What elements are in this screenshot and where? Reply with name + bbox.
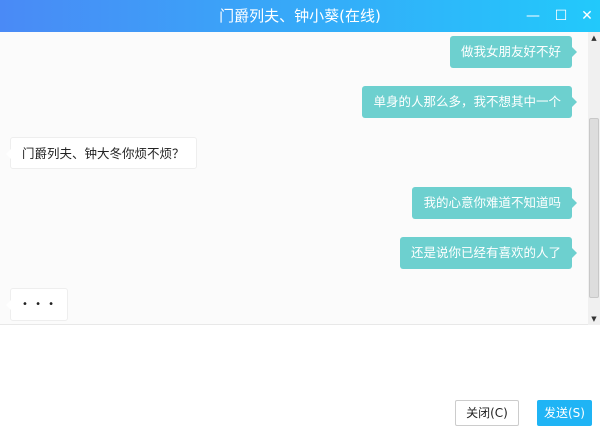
message-sent: 我的心意你难道不知道吗 (412, 187, 577, 219)
message-sent: 单身的人那么多，我不想其中一个 (362, 86, 577, 118)
message-sent: 还是说你已经有喜欢的人了 (399, 237, 578, 269)
close-button[interactable]: 关闭(C) (455, 400, 519, 426)
message-received: 门爵列夫、钟大冬你烦不烦？ (6, 137, 197, 169)
scrollbar[interactable]: ▲ ▼ (588, 32, 600, 325)
maximize-icon[interactable]: ☐ (550, 0, 572, 32)
window-title: 门爵列夫、钟小葵(在线) (219, 7, 381, 25)
message-input[interactable] (0, 326, 600, 392)
chat-history: 做我女朋友好不好 单身的人那么多，我不想其中一个 门爵列夫、钟大冬你烦不烦？ 我… (0, 32, 600, 325)
typing-indicator: • • • (5, 288, 69, 321)
message-sent: 做我女朋友好不好 (449, 36, 578, 68)
send-button[interactable]: 发送(S) (537, 400, 592, 426)
close-icon[interactable]: ✕ (576, 0, 598, 32)
scroll-down-icon[interactable]: ▼ (588, 313, 600, 325)
scroll-thumb[interactable] (589, 118, 599, 298)
title-bar: 门爵列夫、钟小葵(在线) — ☐ ✕ (0, 0, 600, 32)
scroll-up-icon[interactable]: ▲ (588, 32, 600, 44)
minimize-icon[interactable]: — (522, 0, 544, 32)
